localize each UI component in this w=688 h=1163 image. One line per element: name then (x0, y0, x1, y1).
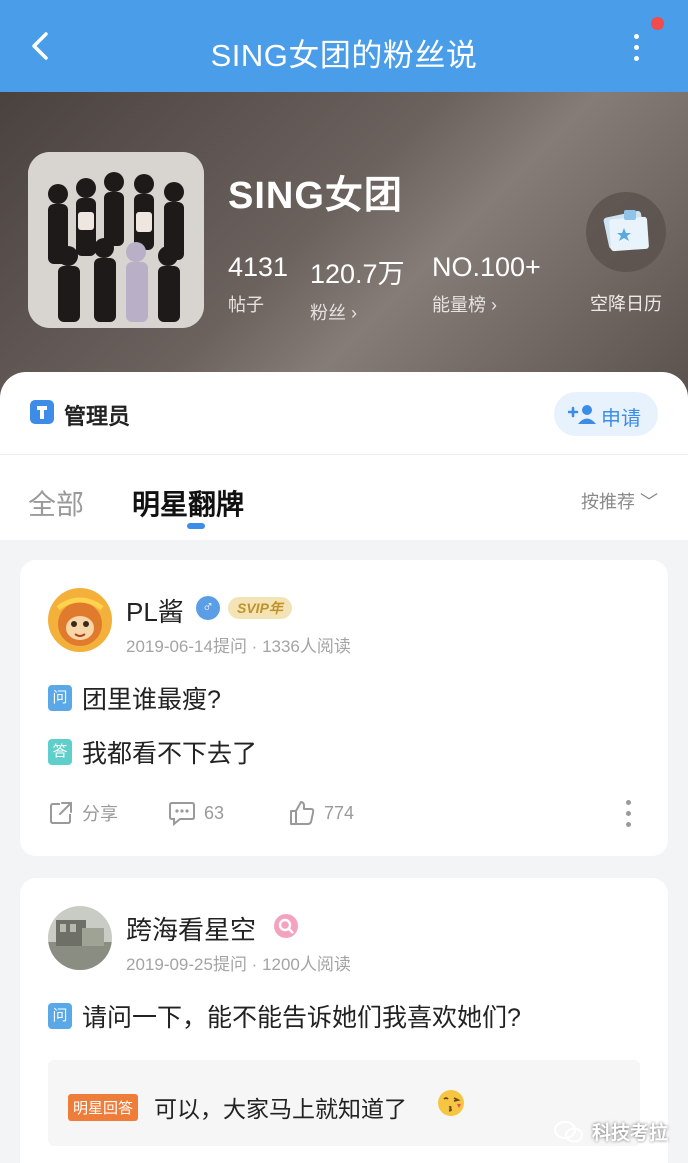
stat-fans[interactable]: 120.7万 粉丝 › (310, 252, 405, 325)
question-text: 请问一下，能不能告诉她们我喜欢她们? (82, 1004, 521, 1032)
comment-icon (169, 802, 195, 826)
svip-badge: SVIP年 (228, 597, 292, 619)
question-tag: 问 (48, 1003, 72, 1029)
group-header: SING女团 4131 帖子 120.7万 粉丝 › NO.100+ 能量榜 ›… (0, 92, 688, 402)
stat-fans-label: 粉丝 › (310, 303, 357, 323)
stat-posts-label: 帖子 (228, 295, 264, 315)
add-user-icon (568, 405, 596, 424)
thumbs-up-icon (290, 801, 315, 825)
group-avatar[interactable] (28, 152, 204, 328)
admin-section: 管理员 申请 (0, 372, 688, 454)
like-button[interactable]: 774 (288, 800, 354, 826)
kiss-emoji-icon (438, 1090, 464, 1116)
star-answer-text: 可以，大家马上就知道了 (154, 1096, 407, 1122)
share-label: 分享 (82, 804, 118, 824)
active-tab-indicator (187, 523, 205, 529)
share-button[interactable]: 分享 (48, 800, 118, 826)
answer-row: 答 我都看不下去了 (48, 734, 257, 770)
post-more-icon[interactable] (624, 800, 632, 830)
answer-tag: 答 (48, 739, 72, 765)
more-options-icon[interactable] (624, 34, 648, 68)
username[interactable]: 跨海看星空 (126, 910, 256, 947)
group-name: SING女团 (228, 175, 403, 217)
stat-energy-rank[interactable]: NO.100+ 能量榜 › (432, 252, 541, 317)
stat-posts-value: 4131 (228, 252, 289, 282)
comment-button[interactable]: 63 (168, 800, 224, 826)
top-bar: SING女团的粉丝说 (0, 0, 688, 92)
airdrop-calendar-button[interactable]: 空降日历 (584, 192, 668, 316)
comment-count: 63 (204, 802, 225, 823)
male-gender-icon: ♂ (196, 596, 220, 620)
star-answer-tag: 明星回答 (68, 1094, 139, 1121)
watermark: 科技考拉 (553, 1118, 668, 1145)
username[interactable]: PL酱 (126, 592, 184, 629)
post-meta: 2019-09-25提问 · 1200人阅读 (126, 955, 351, 974)
star-answer-box[interactable]: 明星回答 可以，大家马上就知道了 (48, 1060, 640, 1146)
sort-dropdown[interactable]: 按推荐 ﹀ (581, 488, 658, 514)
female-gender-icon (274, 914, 298, 938)
question-row: 问 请问一下，能不能告诉她们我喜欢她们? (48, 998, 521, 1034)
stat-rank-label: 能量榜 › (432, 295, 497, 315)
calendar-icon (586, 192, 666, 272)
stat-posts[interactable]: 4131 帖子 (228, 252, 288, 317)
apply-label: 申请 (601, 408, 641, 430)
share-icon (50, 802, 72, 824)
notification-dot (651, 17, 664, 30)
question-tag: 问 (48, 685, 72, 711)
stat-fans-value: 120.7万 (310, 259, 405, 289)
wechat-icon (553, 1120, 583, 1142)
admin-label: 管理员 (64, 404, 131, 429)
watermark-text: 科技考拉 (591, 1123, 668, 1144)
airdrop-calendar-label: 空降日历 (590, 294, 662, 314)
post-meta: 2019-06-14提问 · 1336人阅读 (126, 637, 351, 656)
admin-badge-icon (30, 400, 54, 424)
page-title: SING女团的粉丝说 (210, 38, 478, 73)
question-text: 团里谁最瘦? (82, 686, 221, 714)
user-avatar[interactable] (48, 588, 112, 652)
post-card[interactable]: PL酱 ♂ SVIP年 2019-06-14提问 · 1336人阅读 问 团里谁… (20, 560, 668, 856)
like-count: 774 (324, 802, 355, 823)
stat-rank-value: NO.100+ (432, 252, 541, 282)
tab-bar: 全部 明星翻牌 按推荐 ﹀ (0, 454, 688, 540)
answer-text: 我都看不下去了 (82, 740, 258, 768)
tab-star-reply[interactable]: 明星翻牌 (132, 483, 244, 523)
tab-all[interactable]: 全部 (28, 483, 84, 523)
apply-admin-button[interactable]: 申请 (554, 392, 658, 436)
question-row: 问 团里谁最瘦? (48, 680, 221, 716)
user-avatar[interactable] (48, 906, 112, 970)
